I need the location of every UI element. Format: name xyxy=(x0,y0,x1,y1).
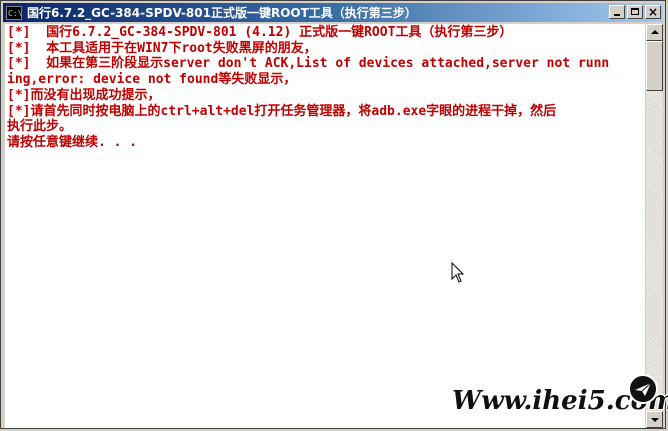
vertical-scrollbar[interactable] xyxy=(646,24,663,428)
arrow-down-icon xyxy=(651,418,659,422)
console-line: ing,error: device not found等失败显示， xyxy=(7,72,297,88)
watermark-logo-icon xyxy=(628,374,658,404)
console-line: [*] 国行6.7.2_GC-384-SPDV-801 (4.12) 正式版一键… xyxy=(7,25,513,40)
minimize-button[interactable] xyxy=(609,5,625,19)
scroll-up-button[interactable] xyxy=(646,24,663,41)
console-line: 执行此步。 xyxy=(7,119,73,135)
close-icon: × xyxy=(647,5,659,19)
maximize-button[interactable] xyxy=(627,5,643,19)
console-output[interactable]: [*] 国行6.7.2_GC-384-SPDV-801 (4.12) 正式版一键… xyxy=(5,24,645,428)
mouse-pointer-icon xyxy=(451,262,465,283)
console-line: [*]而没有出现成功提示， xyxy=(7,87,161,103)
console-line: 请按任意键继续. . . xyxy=(7,134,138,150)
console-line: [*] 本工具适用于在WIN7下root失败黑屏的朋友， xyxy=(7,40,317,56)
window-title: 国行6.7.2_GC-384-SPDV-801正式版一键ROOT工具（执行第三步… xyxy=(27,6,417,20)
console-window: C:\ 国行6.7.2_GC-384-SPDV-801正式版一键ROOT工具（执… xyxy=(0,0,666,429)
paper-plane-icon xyxy=(635,382,652,396)
window-controls: × xyxy=(607,5,661,19)
console-line: [*] 如果在第三阶段显示server don't ACK,List of de… xyxy=(7,56,610,72)
close-button[interactable]: × xyxy=(645,5,661,19)
console-icon[interactable]: C:\ xyxy=(6,5,22,20)
arrow-up-icon xyxy=(651,30,659,34)
console-line: [*]请首先同时按电脑上的ctrl+alt+del打开任务管理器，将adb.ex… xyxy=(7,103,557,119)
site-watermark: Www.ihei5.com xyxy=(450,374,668,420)
minimize-icon xyxy=(614,14,620,16)
scroll-thumb[interactable] xyxy=(646,41,663,91)
console-lines: [*] 国行6.7.2_GC-384-SPDV-801 (4.12) 正式版一键… xyxy=(7,25,645,151)
maximize-icon xyxy=(631,8,639,15)
title-bar[interactable]: C:\ 国行6.7.2_GC-384-SPDV-801正式版一键ROOT工具（执… xyxy=(3,3,663,22)
